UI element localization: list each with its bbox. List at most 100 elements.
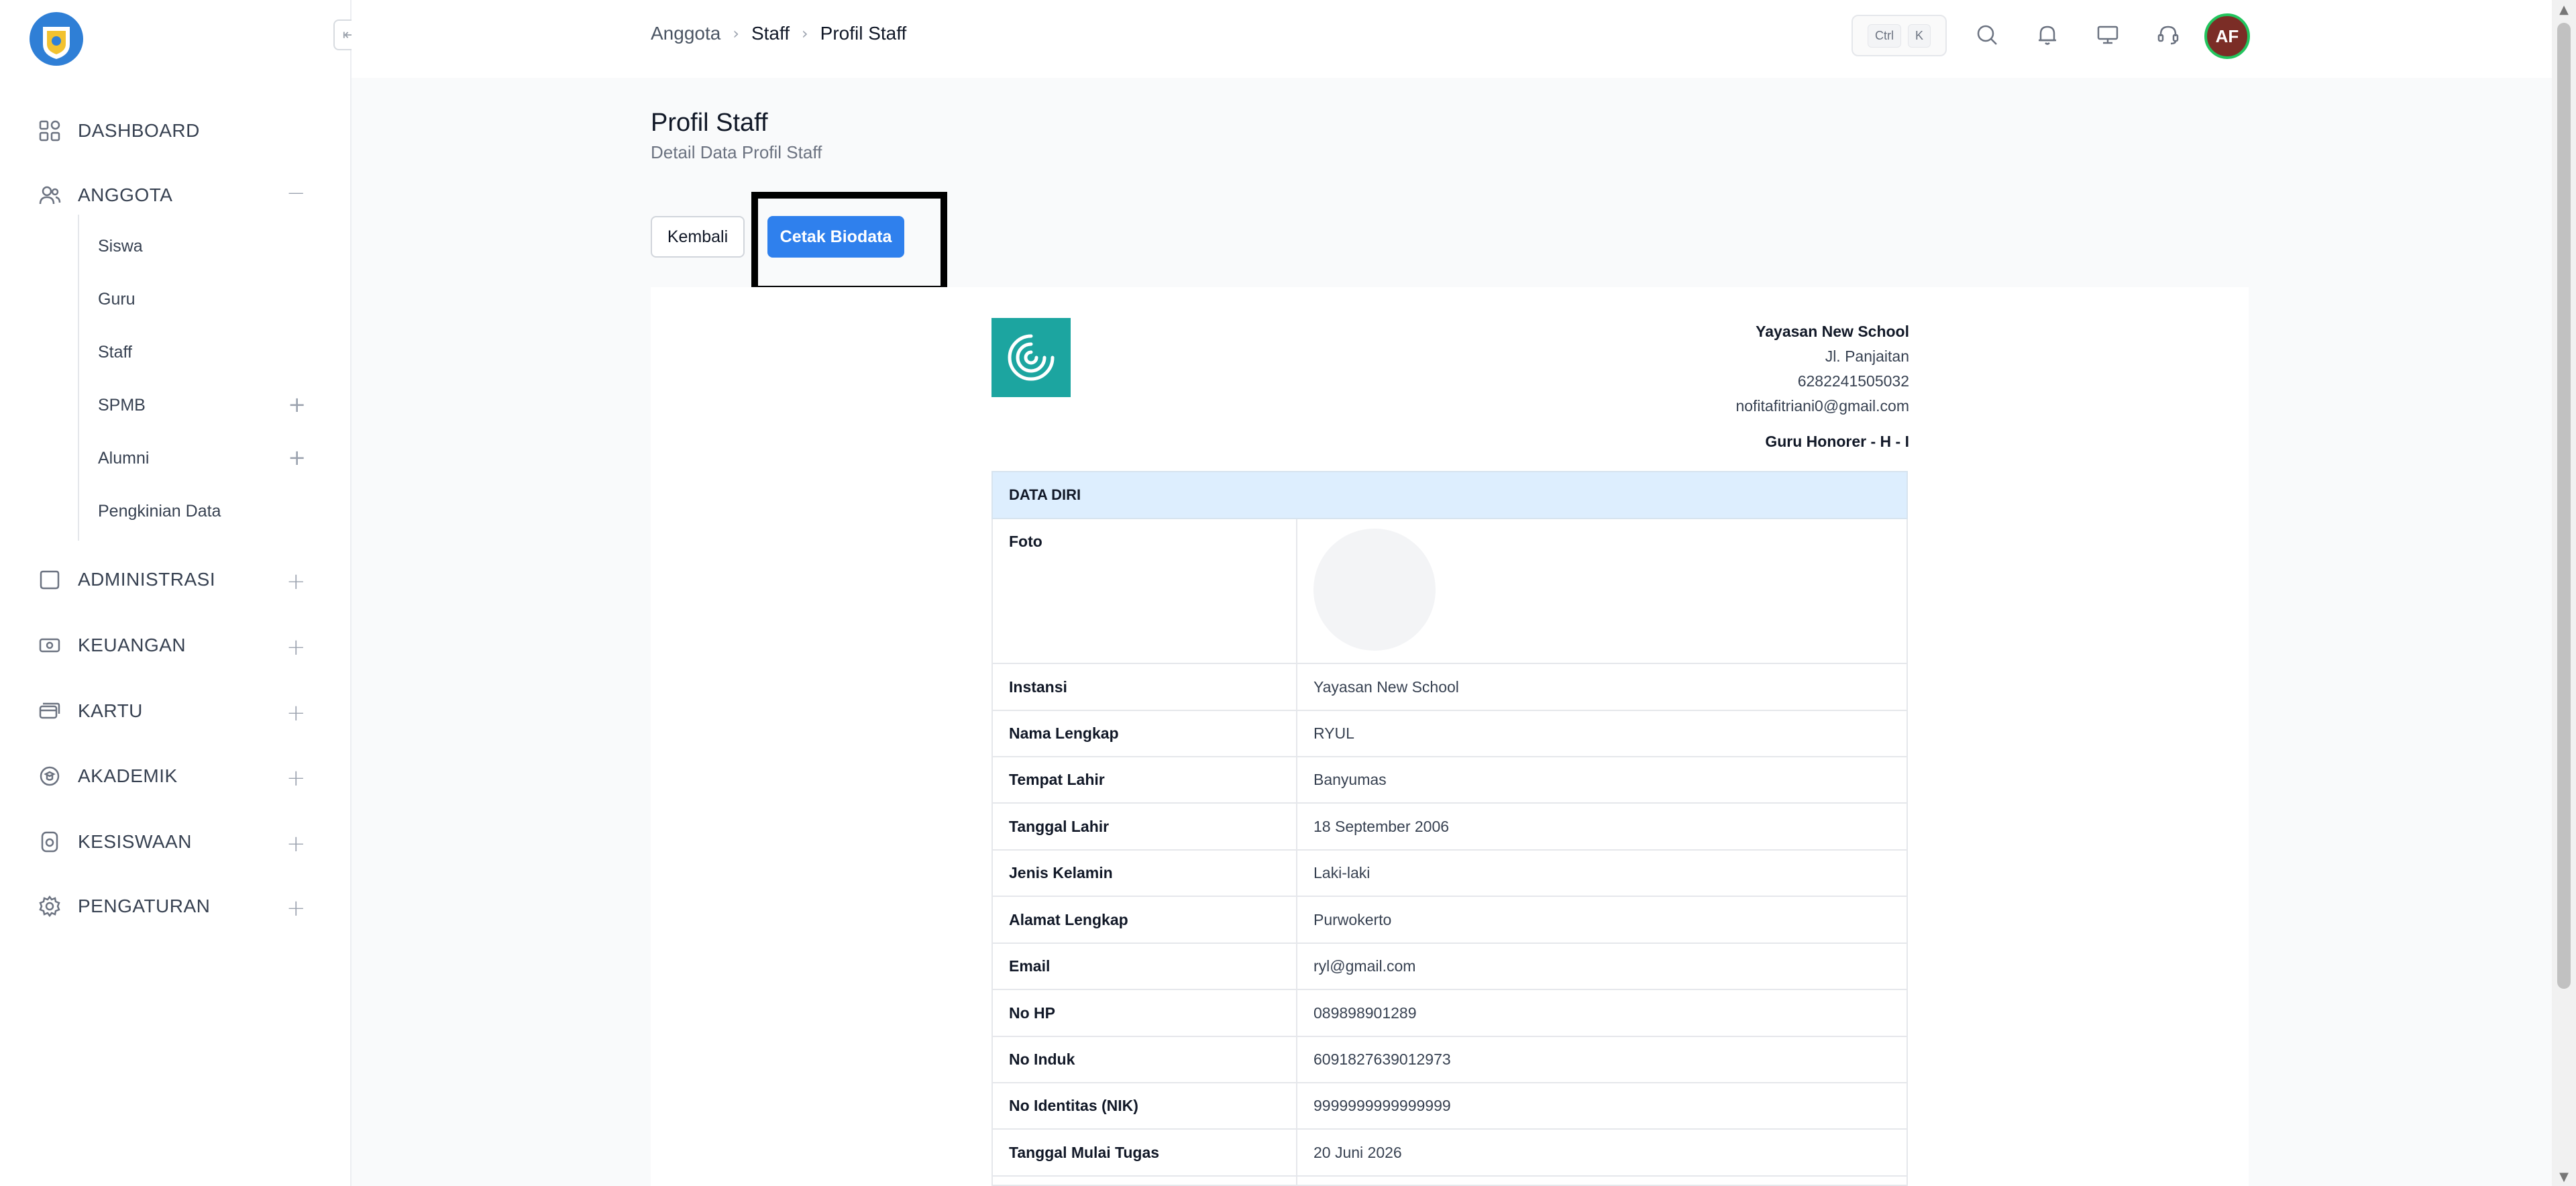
table-row: Jenis Kelamin Laki-laki — [991, 851, 1908, 897]
sidebar-item-label: KESISWAAN — [78, 831, 192, 852]
expand-plus-icon[interactable]: + — [286, 700, 306, 726]
collapse-minus-icon[interactable]: − — [286, 180, 306, 207]
sidebar-subitem-siswa[interactable]: Siswa — [98, 233, 306, 260]
sidebar-item-akademik[interactable]: AKADEMIK + — [38, 759, 306, 793]
scrollbar-track[interactable]: ▲ ▼ — [2552, 0, 2576, 1186]
sidebar-subitem-label: Staff — [98, 342, 132, 362]
chevron-right-icon: › — [802, 24, 808, 43]
table-row: Instansi Yayasan New School — [991, 664, 1908, 711]
sidebar-item-label: PENGATURAN — [78, 896, 211, 916]
table-row: Nama Lengkap RYUL — [991, 711, 1908, 757]
money-icon — [38, 633, 62, 657]
field-label: Tanggal Mulai Tugas — [993, 1130, 1297, 1175]
field-label: Tempat Lahir — [993, 757, 1297, 802]
institution-logo — [991, 318, 1071, 397]
sidebar-subitem-guru[interactable]: Guru — [98, 286, 306, 313]
sidebar-item-label: AKADEMIK — [78, 765, 178, 786]
sidebar-subitem-pengkinian-data[interactable]: Pengkinian Data — [98, 498, 306, 525]
user-avatar[interactable]: AF — [2204, 13, 2250, 59]
table-row: No Identitas (NIK) 9999999999999999 — [991, 1083, 1908, 1130]
expand-plus-icon[interactable]: + — [286, 634, 306, 661]
field-label: No Identitas (NIK) — [993, 1083, 1297, 1128]
expand-plus-icon[interactable]: + — [288, 392, 306, 417]
field-value: ryl@gmail.com — [1313, 957, 1416, 975]
table-row: Tanggal Lahir 18 September 2006 — [991, 804, 1908, 851]
field-value: 18 September 2006 — [1313, 817, 1450, 835]
expand-plus-icon[interactable]: + — [286, 568, 306, 595]
field-label: Tanggal Lahir — [993, 804, 1297, 849]
sidebar-item-kartu[interactable]: KARTU + — [38, 694, 306, 728]
field-value: 9999999999999999 — [1313, 1097, 1451, 1114]
expand-plus-icon[interactable]: + — [286, 895, 306, 922]
kbd-k: K — [1907, 23, 1931, 48]
card-icon — [38, 699, 62, 723]
profile-photo-placeholder — [1313, 529, 1436, 651]
scroll-down-arrow-icon[interactable]: ▼ — [2557, 1170, 2571, 1184]
sidebar-item-label: DASHBOARD — [78, 120, 200, 141]
sidebar-subitem-label: Guru — [98, 289, 136, 309]
support-headset-icon[interactable] — [2155, 21, 2182, 48]
monitor-icon[interactable] — [2094, 21, 2121, 48]
academic-icon — [38, 764, 62, 788]
sidebar-subitem-label: SPMB — [98, 395, 146, 415]
sidebar: ⇤ DASHBOARD ANGGOTA − Siswa Guru Staff S… — [0, 0, 364, 1186]
sidebar-item-label: KARTU — [78, 700, 143, 721]
bell-icon[interactable] — [2034, 21, 2061, 48]
field-value: 089898901289 — [1313, 1004, 1417, 1022]
school-logo[interactable] — [28, 11, 85, 67]
section-header-data-diri: DATA DIRI — [991, 471, 1908, 519]
sidebar-subitem-label: Alumni — [98, 448, 150, 468]
table-row — [991, 1177, 1908, 1186]
table-row: Alamat Lengkap Purwokerto — [991, 897, 1908, 944]
sidebar-item-keuangan[interactable]: KEUANGAN + — [38, 629, 306, 662]
institution-address: Jl. Panjaitan — [1825, 347, 1909, 365]
field-value: Banyumas — [1313, 771, 1387, 788]
field-value: 6091827639012973 — [1313, 1050, 1451, 1068]
institution-name: Yayasan New School — [1756, 323, 1909, 340]
sidebar-item-administrasi[interactable]: ADMINISTRASI + — [38, 563, 306, 596]
breadcrumb-item-anggota[interactable]: Anggota — [651, 23, 720, 44]
field-label: Foto — [993, 519, 1297, 663]
sidebar-subitem-label: Siswa — [98, 236, 143, 256]
breadcrumb: Anggota › Staff › Profil Staff — [651, 23, 906, 44]
sidebar-subitem-spmb[interactable]: SPMB + — [98, 392, 306, 419]
field-value — [1297, 1177, 1907, 1185]
field-label — [993, 1177, 1297, 1185]
table-row: Tempat Lahir Banyumas — [991, 757, 1908, 804]
sidebar-item-dashboard[interactable]: DASHBOARD — [38, 114, 306, 148]
gear-icon — [38, 894, 62, 918]
expand-plus-icon[interactable]: + — [286, 830, 306, 857]
sidebar-item-label: ADMINISTRASI — [78, 569, 216, 590]
back-button[interactable]: Kembali — [651, 216, 745, 258]
users-icon — [38, 183, 62, 207]
sidebar-item-anggota[interactable]: ANGGOTA − — [38, 178, 306, 212]
field-label: Instansi — [993, 664, 1297, 710]
sidebar-item-kesiswaan[interactable]: KESISWAAN + — [38, 825, 306, 859]
field-value-photo — [1297, 519, 1907, 663]
institution-info: Yayasan New School Jl. Panjaitan 6282241… — [1735, 319, 1909, 454]
breadcrumb-item-staff[interactable]: Staff — [751, 23, 790, 44]
page-title: Profil Staff — [651, 109, 768, 137]
field-label: Email — [993, 944, 1297, 989]
sidebar-item-label: KEUANGAN — [78, 635, 186, 655]
sidebar-subitem-alumni[interactable]: Alumni + — [98, 445, 306, 472]
command-palette-shortcut[interactable]: Ctrl K — [1851, 15, 1947, 56]
table-row: Email ryl@gmail.com — [991, 944, 1908, 990]
folder-icon — [38, 568, 62, 592]
badge-icon — [38, 830, 62, 854]
field-label: Alamat Lengkap — [993, 897, 1297, 942]
sidebar-subitem-staff[interactable]: Staff — [98, 339, 306, 366]
table-row: Tanggal Mulai Tugas 20 Juni 2026 — [991, 1130, 1908, 1177]
highlight-annotation-box — [751, 192, 947, 292]
table-row: No HP 089898901289 — [991, 990, 1908, 1037]
sidebar-item-pengaturan[interactable]: PENGATURAN + — [38, 889, 306, 923]
scrollbar-thumb[interactable] — [2557, 23, 2571, 989]
sidebar-item-label: ANGGOTA — [78, 184, 173, 205]
search-icon[interactable] — [1974, 21, 2000, 48]
expand-plus-icon[interactable]: + — [286, 765, 306, 792]
table-row: Foto — [991, 519, 1908, 664]
expand-plus-icon[interactable]: + — [288, 445, 306, 470]
field-value: Laki-laki — [1313, 864, 1371, 881]
institution-email: nofitafitriani0@gmail.com — [1735, 397, 1909, 415]
scroll-up-arrow-icon[interactable]: ▲ — [2557, 3, 2571, 17]
